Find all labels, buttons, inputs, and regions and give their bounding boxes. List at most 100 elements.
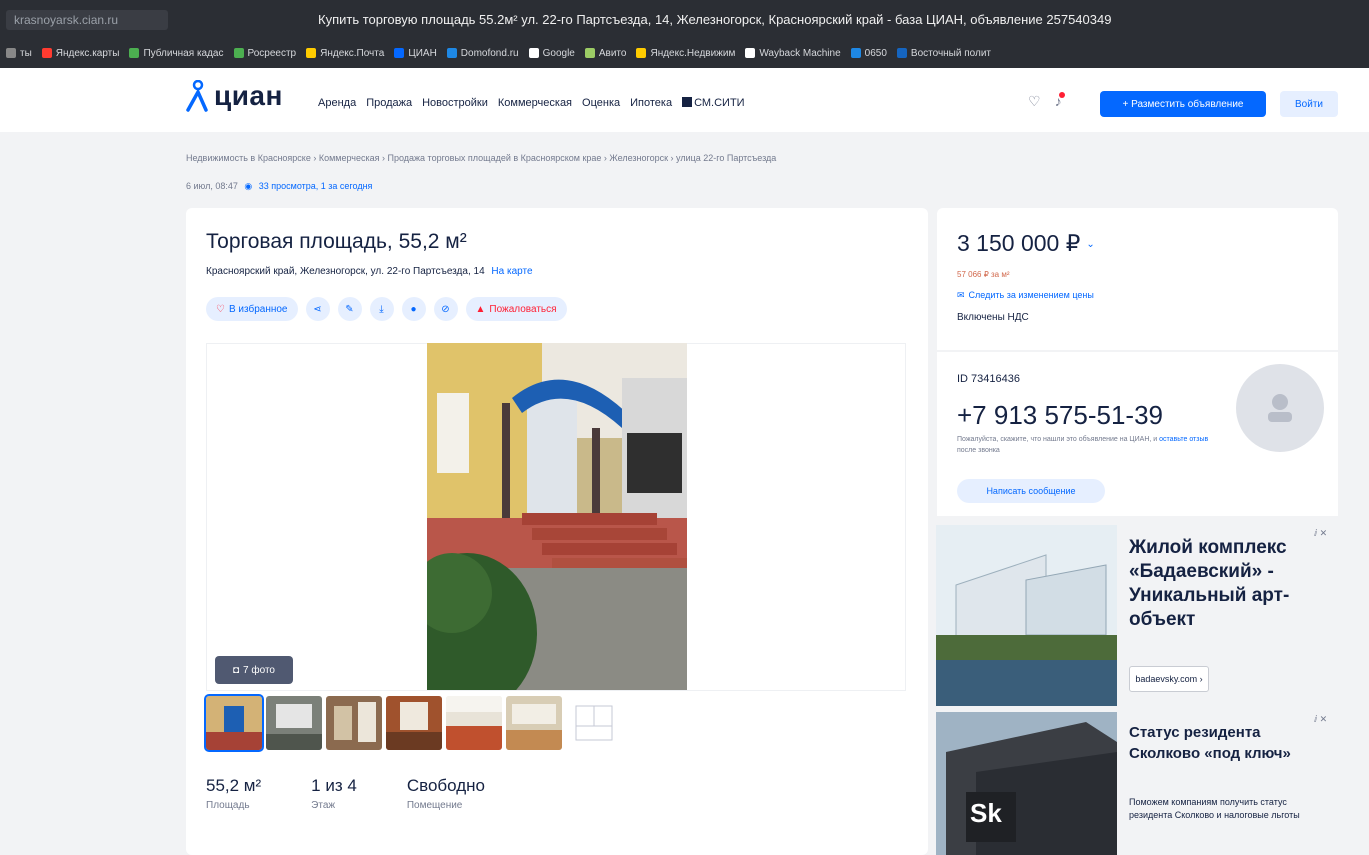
ad-close-icon[interactable]: ⅈ ✕	[1314, 714, 1327, 725]
main-nav: Аренда Продажа Новостройки Коммерческая …	[318, 97, 745, 109]
nav-smsiti[interactable]: СМ.СИТИ	[682, 97, 745, 109]
favorites-heart-icon[interactable]: ♡	[1028, 93, 1041, 110]
nav-valuation[interactable]: Оценка	[582, 97, 620, 109]
heart-icon: ♡	[216, 303, 225, 315]
print-button[interactable]: ●	[401, 297, 426, 321]
thumbnail[interactable]	[506, 696, 562, 750]
thumbnail[interactable]	[266, 696, 322, 750]
agent-id: ID 73416436	[957, 373, 1020, 385]
ad-image-skolkovo[interactable]: Sk	[936, 712, 1117, 855]
thumbnail-image	[206, 696, 262, 750]
hide-button[interactable]: ⊘	[433, 297, 458, 321]
fact-label: Этаж	[311, 800, 336, 811]
place-ad-button[interactable]: + Разместить объявление	[1100, 91, 1266, 117]
hint-text: после звонка	[957, 447, 1000, 454]
nav-rent[interactable]: Аренда	[318, 97, 356, 109]
bookmark-label: Авито	[598, 47, 627, 59]
floor-plan-image	[566, 696, 622, 750]
smsiti-icon	[682, 97, 693, 107]
bookmark-item[interactable]: Domofond.ru	[446, 47, 519, 59]
map-link[interactable]: На карте	[491, 266, 532, 277]
bookmark-item[interactable]: 0650	[850, 47, 887, 59]
follow-price-link[interactable]: ✉ Следить за изменением цены	[957, 290, 1094, 301]
login-button[interactable]: Войти	[1280, 91, 1338, 117]
favorite-button[interactable]: ♡ В избранное	[206, 297, 298, 321]
nav-newbuild[interactable]: Новостройки	[422, 97, 488, 109]
thumbnail[interactable]	[204, 694, 264, 752]
browser-titlebar: krasnoyarsk.cian.ru Купить торговую площ…	[0, 0, 1369, 38]
thumbnail[interactable]	[566, 696, 622, 750]
bookmark-item[interactable]: Google	[528, 47, 575, 59]
ad-close-icon[interactable]: ⅈ ✕	[1314, 528, 1327, 539]
leave-review-link[interactable]: оставьте отзыв	[1159, 436, 1208, 443]
bookmark-label: Яндекс.карты	[55, 47, 120, 59]
ad-image	[936, 525, 1117, 706]
eye-off-icon: ⊘	[441, 303, 450, 315]
address-bar[interactable]: krasnoyarsk.cian.ru	[6, 10, 168, 30]
nav-commercial[interactable]: Коммерческая	[498, 97, 572, 109]
fact-floor: 1 из 4 Этаж	[311, 776, 357, 811]
nav-mortgage[interactable]: Ипотека	[630, 97, 672, 109]
camera-icon: ◘	[233, 664, 240, 676]
photo-count-badge[interactable]: ◘ 7 фото	[215, 656, 293, 684]
bookmark-item[interactable]: Авито	[584, 47, 627, 59]
bookmark-item[interactable]: Wayback Machine	[745, 47, 841, 59]
download-button[interactable]: ⤓	[369, 297, 394, 321]
fact-status: Свободно Помещение	[407, 776, 485, 811]
ad-title[interactable]: Статус резидента Сколково «под ключ»	[1129, 722, 1329, 764]
fact-area: 55,2 м² Площадь	[206, 776, 261, 811]
share-button[interactable]: ⋖	[305, 297, 330, 321]
bookmark-label: Domofond.ru	[460, 47, 519, 59]
thumbnail[interactable]	[446, 696, 502, 750]
follow-price-label: Следить за изменением цены	[968, 290, 1094, 300]
ad-title[interactable]: Жилой комплекс «Бадаевский» - Уникальный…	[1129, 536, 1329, 632]
thumbnail-strip	[204, 694, 622, 752]
bookmark-item[interactable]: Яндекс.Почта	[306, 48, 384, 59]
bookmark-icon	[745, 48, 756, 58]
bookmark-label: Росреестр	[247, 47, 297, 59]
ad-image-badaevsky[interactable]	[936, 525, 1117, 706]
bookmark-item[interactable]: ЦИАН	[394, 47, 437, 59]
bookmark-label: ЦИАН	[408, 47, 437, 59]
bookmark-icon	[394, 48, 405, 58]
bookmark-item[interactable]: Росреестр	[233, 47, 297, 59]
bookmark-icon	[850, 48, 861, 58]
nav-sale[interactable]: Продажа	[366, 97, 412, 109]
price-per-meter: 57 066 ₽ за м²	[957, 270, 1010, 279]
vat-note: Включены НДС	[957, 312, 1029, 323]
photo-count: 7 фото	[243, 664, 275, 676]
price-value: 3 150 000 ₽	[957, 230, 1081, 256]
bookmark-item[interactable]: Яндекс.карты	[41, 47, 120, 59]
thumbnail-image	[446, 696, 502, 750]
bookmark-item[interactable]: ты	[6, 48, 32, 59]
print-icon: ●	[410, 303, 417, 315]
bookmark-label: Wayback Machine	[759, 47, 841, 59]
views-count[interactable]: 33 просмотра, 1 за сегодня	[259, 181, 373, 191]
thumbnail-image	[266, 696, 322, 750]
bookmark-label: Яндекс.Недвижим	[650, 47, 736, 59]
note-button[interactable]: ✎	[337, 297, 362, 321]
bookmark-item[interactable]: Яндекс.Недвижим	[636, 48, 735, 59]
bookmark-label: Google	[542, 47, 575, 59]
main-photo[interactable]	[427, 343, 687, 690]
phone-number[interactable]: +7 913 575-51-39	[957, 400, 1163, 431]
bookmark-label: 0650	[864, 47, 887, 59]
cian-logo[interactable]: циан	[186, 80, 283, 112]
bookmark-item[interactable]: Публичная кадас	[129, 48, 224, 59]
bookmark-item[interactable]: Восточный полит	[896, 48, 991, 59]
mail-icon	[306, 48, 317, 58]
thumbnail[interactable]	[326, 696, 382, 750]
address-text[interactable]: Красноярский край, Железногорск, ул. 22-…	[206, 266, 485, 277]
breadcrumb[interactable]: Недвижимость в Красноярске › Коммерческа…	[186, 153, 776, 163]
chevron-down-icon[interactable]: ⌄	[1086, 239, 1094, 250]
logo-text: циан	[214, 80, 283, 111]
notifications-bell-icon[interactable]: ♪	[1055, 92, 1065, 110]
write-message-button[interactable]: Написать сообщение	[957, 479, 1105, 503]
ad-link-button[interactable]: badaevsky.com ›	[1129, 666, 1209, 692]
price: 3 150 000 ₽ ⌄	[957, 230, 1095, 257]
thumbnail[interactable]	[386, 696, 442, 750]
nav-smsiti-label: СМ.СИТИ	[694, 97, 745, 109]
bookmark-icon	[446, 48, 457, 58]
call-hint: Пожалуйста, скажите, что нашли это объяв…	[957, 434, 1217, 456]
complain-button[interactable]: ▲ Пожаловаться	[465, 297, 567, 321]
